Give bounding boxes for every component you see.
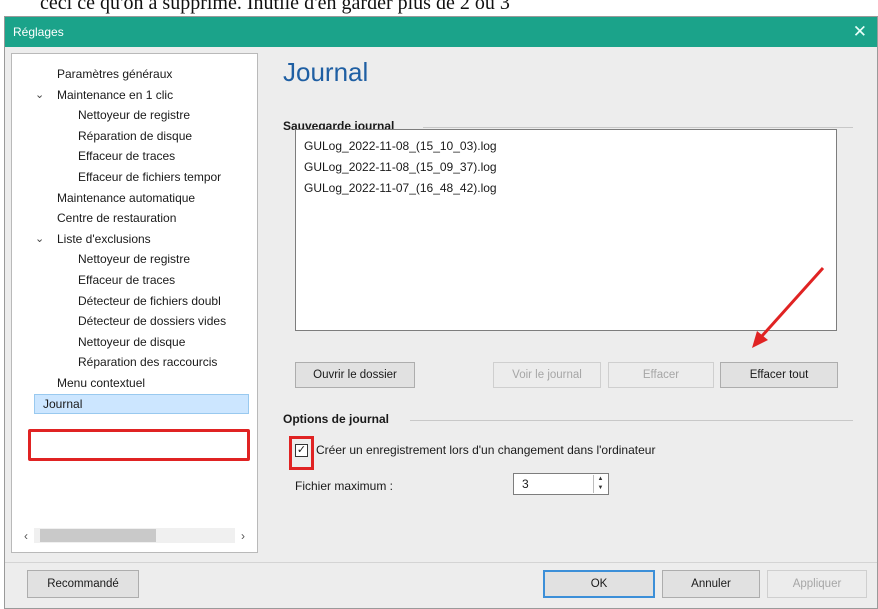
sidebar-item[interactable]: Maintenance automatique: [12, 188, 257, 209]
create-record-checkbox-label[interactable]: Créer un enregistrement lors d'un change…: [316, 443, 655, 457]
sidebar-item-label: Centre de restauration: [57, 211, 177, 226]
chevron-down-icon[interactable]: ⌄: [35, 229, 44, 250]
sidebar-item-label: Nettoyeur de registre: [78, 108, 191, 123]
log-file-list[interactable]: GULog_2022-11-08_(15_10_03).log GULog_20…: [295, 129, 837, 331]
sidebar-item[interactable]: ⌄ Liste d'exclusions: [12, 229, 257, 250]
sidebar-item-label: Maintenance automatique: [57, 190, 196, 205]
sidebar-item[interactable]: Paramètres généraux: [12, 64, 257, 85]
sidebar-item-label: Détecteur de fichiers doubl: [78, 293, 221, 308]
ok-button[interactable]: OK: [543, 570, 655, 598]
sidebar-item-label: Détecteur de dossiers vides: [78, 314, 227, 329]
sidebar-item[interactable]: Détecteur de dossiers vides: [12, 311, 257, 332]
sidebar-item[interactable]: Nettoyeur de registre: [12, 105, 257, 126]
sidebar-item[interactable]: Réparation des raccourcis: [12, 352, 257, 373]
scroll-left-icon[interactable]: ‹: [18, 529, 34, 543]
options-section-label: Options de journal: [283, 412, 390, 426]
sidebar-item[interactable]: Nettoyeur de registre: [12, 249, 257, 270]
scroll-right-icon[interactable]: ›: [235, 529, 251, 543]
sidebar-item[interactable]: Nettoyeur de disque: [12, 332, 257, 353]
sidebar-item-label: Effaceur de fichiers tempor: [78, 169, 222, 184]
stepper-up-icon[interactable]: ▲: [594, 475, 607, 484]
stepper-down-icon[interactable]: ▼: [594, 484, 607, 493]
sidebar-item-label: Nettoyeur de disque: [78, 334, 186, 349]
sidebar-item-label: Maintenance en 1 clic: [57, 87, 174, 102]
horizontal-scrollbar[interactable]: ‹ ›: [18, 527, 251, 544]
window-title: Réglages: [13, 25, 64, 39]
title-bar: Réglages ✕: [5, 17, 877, 47]
annotation-highlight-checkbox: [289, 436, 314, 470]
sidebar-item-label: Réparation des raccourcis: [78, 355, 218, 370]
sidebar-item-label: Effaceur de traces: [78, 272, 176, 287]
sidebar-item[interactable]: Détecteur de fichiers doubl: [12, 291, 257, 312]
sidebar-item[interactable]: Réparation de disque: [12, 126, 257, 147]
backup-section-divider: [423, 127, 853, 128]
log-file-item[interactable]: GULog_2022-11-08_(15_10_03).log: [304, 136, 828, 157]
max-files-label: Fichier maximum :: [295, 479, 394, 493]
footer-divider: [5, 562, 877, 563]
max-files-stepper[interactable]: 3 ▲ ▼: [513, 473, 609, 495]
view-log-button[interactable]: Voir le journal: [493, 362, 601, 388]
delete-all-button[interactable]: Effacer tout: [720, 362, 838, 388]
settings-tree-panel: Paramètres généraux ⌄ Maintenance en 1 cli…: [11, 53, 258, 553]
sidebar-item[interactable]: Journal: [34, 393, 249, 414]
sidebar-item[interactable]: Effaceur de traces: [12, 270, 257, 291]
main-panel: Journal Sauvegarde journal GULog_2022-11…: [265, 47, 875, 567]
log-file-item[interactable]: GULog_2022-11-07_(16_48_42).log: [304, 178, 828, 199]
sidebar-item[interactable]: Menu contextuel: [12, 373, 257, 394]
open-folder-button[interactable]: Ouvrir le dossier: [295, 362, 415, 388]
delete-button[interactable]: Effacer: [608, 362, 714, 388]
sidebar-item-label: Menu contextuel: [57, 375, 146, 390]
sidebar-item-label: Réparation de disque: [78, 128, 193, 143]
sidebar-item[interactable]: Effaceur de fichiers tempor: [12, 167, 257, 188]
annotation-highlight-journal: [28, 429, 250, 461]
sidebar-item-label: Effaceur de traces: [78, 149, 176, 164]
chevron-down-icon[interactable]: ⌄: [35, 85, 44, 106]
close-icon[interactable]: ✕: [853, 22, 867, 42]
recommended-button[interactable]: Recommandé: [27, 570, 139, 598]
options-section-divider: [410, 420, 853, 421]
scroll-thumb[interactable]: [40, 529, 156, 542]
cancel-button[interactable]: Annuler: [662, 570, 760, 598]
apply-button[interactable]: Appliquer: [767, 570, 867, 598]
background-text: ceci ce qu'on a supprimé. Inutile d'en g…: [40, 0, 510, 14]
sidebar-item[interactable]: Centre de restauration: [12, 208, 257, 229]
page-title: Journal: [283, 57, 369, 87]
sidebar-item-label: Paramètres généraux: [57, 67, 173, 81]
scroll-track[interactable]: [34, 528, 235, 543]
max-files-value[interactable]: 3: [522, 477, 529, 491]
sidebar-item-label: Nettoyeur de registre: [78, 252, 191, 267]
settings-window: Réglages ✕ Paramètres généraux ⌄ Maintenan…: [4, 16, 878, 609]
settings-tree: Paramètres généraux ⌄ Maintenance en 1 cli…: [12, 64, 257, 414]
sidebar-item-label: Liste d'exclusions: [57, 231, 151, 246]
sidebar-item[interactable]: Effaceur de traces: [12, 146, 257, 167]
log-file-item[interactable]: GULog_2022-11-08_(15_09_37).log: [304, 157, 828, 178]
sidebar-item-label: Journal: [43, 396, 83, 411]
sidebar-item[interactable]: ⌄ Maintenance en 1 clic: [12, 85, 257, 106]
stepper-buttons: ▲ ▼: [593, 475, 607, 493]
